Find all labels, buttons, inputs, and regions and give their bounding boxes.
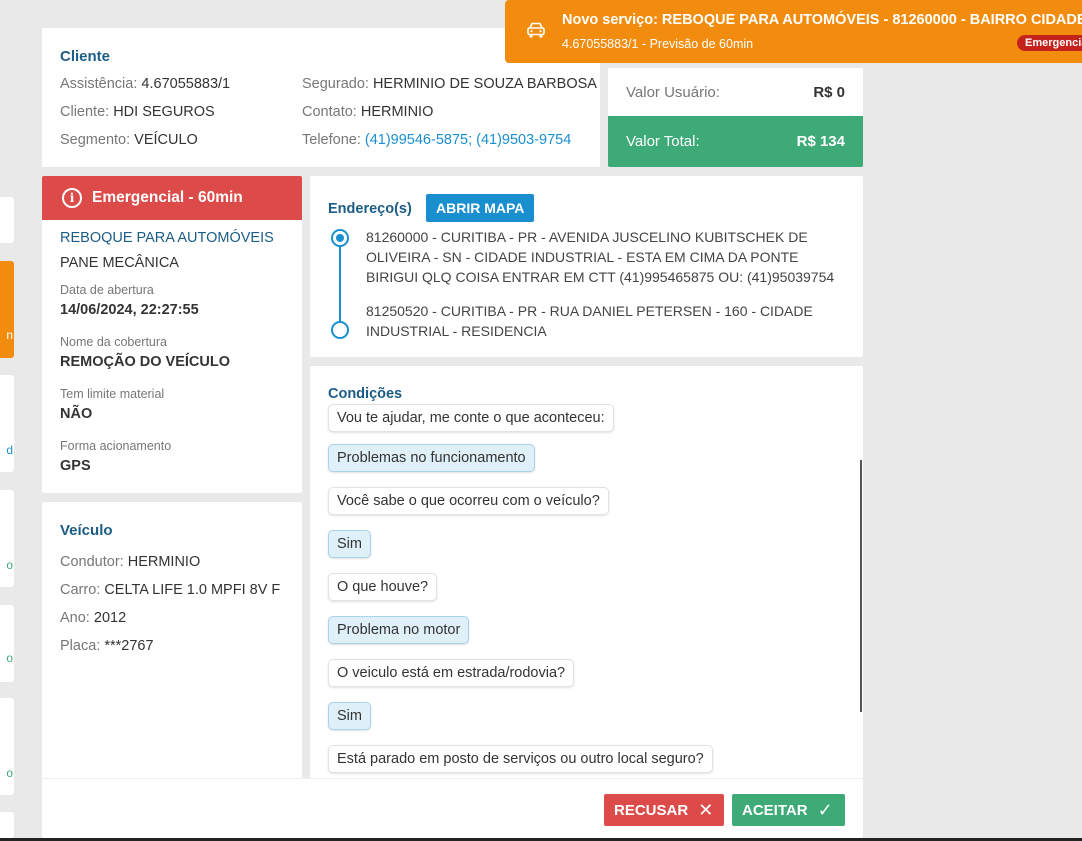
client-value: HDI SEGUROS [113,104,215,120]
total-value-panel: Valor Total: R$ 134 [608,116,863,167]
material-limit-label: Tem limite material [60,387,165,401]
side-card-text: o [6,766,13,780]
notification-subtitle: 4.67055883/1 - Previsão de 60min [562,37,754,51]
destination-marker-icon [331,321,349,339]
reject-button-label: RECUSAR [614,801,689,819]
insured-field: Segurado: HERMINIO DE SOUZA BARBOSA [302,76,597,92]
total-value-label: Valor Total: [626,133,700,150]
info-icon: i [62,188,82,208]
accept-button-label: ACEITAR [742,801,808,819]
chat-message-user: Problemas no funcionamento [328,444,535,472]
contact-field: Contato: HERMINIO [302,104,434,120]
assistance-value: 4.67055883/1 [141,76,231,92]
chat-message-user: Sim [328,702,371,730]
side-card-4[interactable]: o [0,490,14,587]
driver-value: HERMINIO [127,554,201,570]
material-limit-value: NÃO [60,406,93,422]
opening-date-value: 14/06/2024, 22:27:55 [60,302,199,318]
side-card-6[interactable]: o [0,698,14,795]
user-value-panel: Valor Usuário: R$ 0 [608,68,863,116]
close-icon: ✕ [698,799,714,820]
side-card-text: d [6,443,13,457]
side-card-active[interactable]: n [0,261,14,358]
total-value-amount: R$ 134 [796,133,845,150]
insured-value: HERMINIO DE SOUZA BARBOSA [372,76,597,92]
route-timeline-line [339,240,341,330]
service-type: REBOQUE PARA AUTOMÓVEIS [60,230,274,246]
year-value: 2012 [93,610,127,626]
address-card: Endereço(s) ABRIR MAPA 81260000 - CURITI… [310,176,863,357]
origin-marker-icon [331,229,349,247]
conditions-section-title: Condições [328,386,403,402]
assistance-field: Assistência: 4.67055883/1 [60,76,231,92]
chat-message-bot: O que houve? [328,573,438,601]
user-value-label: Valor Usuário: [626,83,720,101]
client-field: Cliente: HDI SEGUROS [60,104,215,120]
car-icon [526,21,546,44]
emergency-header-text: Emergencial - 60min [92,189,243,206]
chat-message-bot: O veiculo está em estrada/rodovia? [328,659,575,687]
phone-field: Telefone: (41)99546-5875; (41)9503-9754 [302,132,572,148]
segment-value: VEÍCULO [134,132,198,148]
coverage-label: Nome da cobertura [60,335,168,349]
car-field: Carro: CELTA LIFE 1.0 MPFI 8V F [60,582,281,598]
side-card-7[interactable] [0,812,14,838]
side-card-5[interactable]: o [0,605,14,682]
service-details-card: REBOQUE PARA AUTOMÓVEIS PANE MECÂNICA Da… [42,220,302,493]
client-section-title: Cliente [60,48,111,65]
side-card-3[interactable]: d [0,375,14,472]
new-service-notification[interactable]: Novo serviço: REBOQUE PARA AUTOMÓVEIS - … [505,0,1082,63]
check-icon: ✓ [817,799,833,820]
year-field: Ano: 2012 [60,610,127,626]
accept-button[interactable]: ACEITAR ✓ [732,794,845,826]
activation-method-label: Forma acionamento [60,439,172,453]
vehicle-section-title: Veículo [60,522,113,539]
emergency-badge: Emergencia [1017,35,1082,51]
phone-link[interactable]: (41)99546-5875; (41)9503-9754 [365,132,571,148]
destination-address: 81250520 - CURITIBA - PR - RUA DANIEL PE… [366,303,813,339]
chat-message-bot: Você sabe o que ocorreu com o veículo? [328,487,609,515]
user-value-amount: R$ 0 [813,83,845,101]
driver-field: Condutor: HERMINIO [60,554,201,570]
reject-button[interactable]: RECUSAR ✕ [604,794,724,826]
opening-date-label: Data de abertura [60,283,154,297]
conditions-card: Condições Vou te ajudar, me conte o que … [310,366,863,778]
side-card-1[interactable] [0,197,14,243]
address-section-title: Endereço(s) [328,201,412,217]
origin-address: 81260000 - CURITIBA - PR - AVENIDA JUSCE… [366,229,835,285]
segment-field: Segmento: VEÍCULO [60,132,198,148]
conditions-scrollbar[interactable] [860,460,862,712]
plate-value: ***2767 [104,638,154,654]
open-map-button[interactable]: ABRIR MAPA [426,194,535,222]
notification-title: Novo serviço: REBOQUE PARA AUTOMÓVEIS - … [562,12,1082,28]
chat-message-bot: Vou te ajudar, me conte o que aconteceu: [328,404,614,432]
side-card-text: o [6,651,13,665]
service-reason: PANE MECÂNICA [60,255,179,271]
car-value: CELTA LIFE 1.0 MPFI 8V F [104,582,281,598]
emergency-header: i Emergencial - 60min [42,176,302,220]
chat-message-bot: Está parado em posto de serviços ou outr… [328,745,713,773]
vehicle-card: Veículo Condutor: HERMINIO Carro: CELTA … [42,502,302,792]
activation-method-value: GPS [60,458,91,474]
side-card-text: n [6,328,13,342]
chat-message-user: Problema no motor [328,616,470,644]
action-footer: RECUSAR ✕ ACEITAR ✓ [42,778,863,838]
side-card-text: o [6,558,13,572]
chat-message-user: Sim [328,530,371,558]
plate-field: Placa: ***2767 [60,638,154,654]
coverage-value: REMOÇÃO DO VEÍCULO [60,354,230,370]
contact-value: HERMINIO [360,104,434,120]
